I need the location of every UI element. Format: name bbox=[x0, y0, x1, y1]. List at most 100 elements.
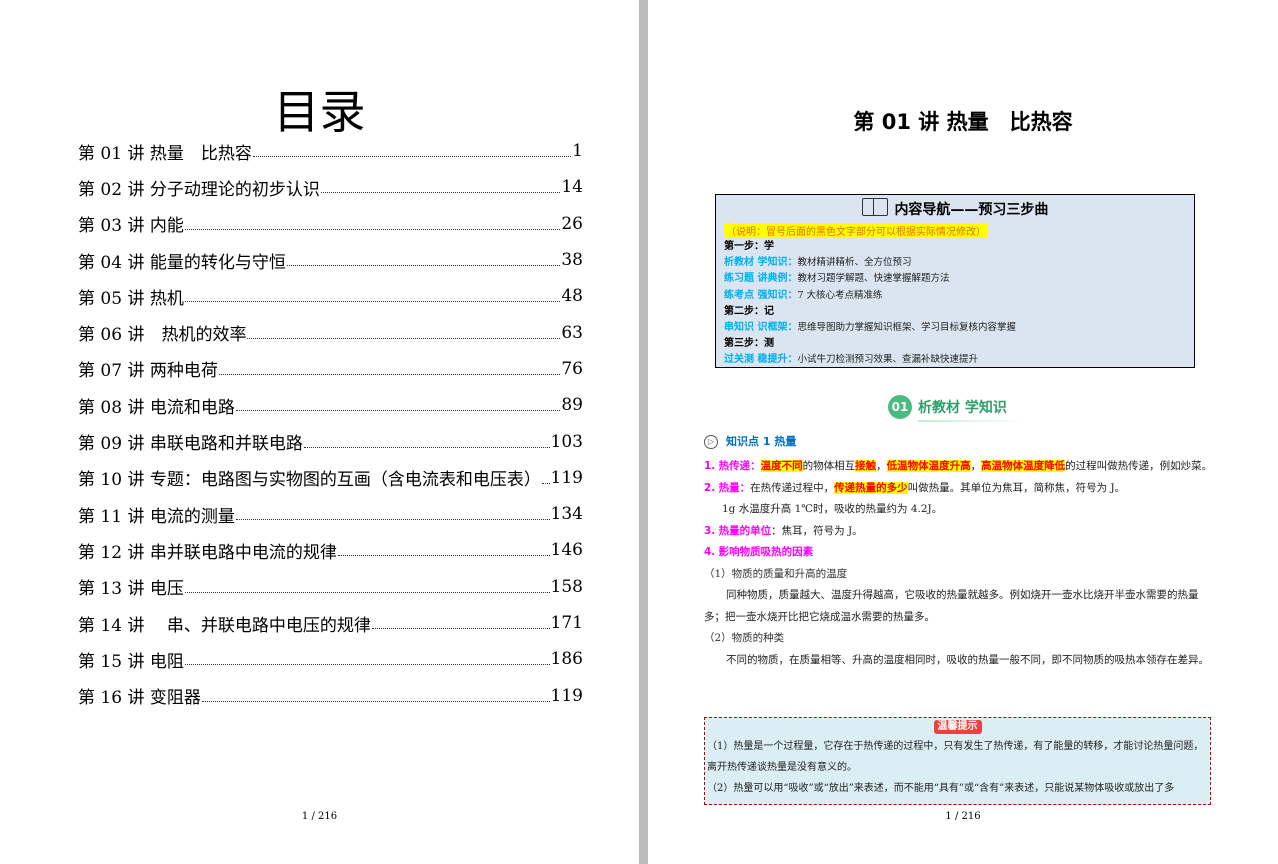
toc-entry-label: 第 01 讲 热量 比热容 bbox=[78, 143, 252, 164]
toc-leader-dots bbox=[320, 191, 561, 194]
toc-entry[interactable]: 第 10 讲 专题：电路图与实物图的互画（含电流表和电压表） 119 bbox=[78, 460, 583, 496]
toc-leader-dots bbox=[184, 663, 550, 666]
toc-entry[interactable]: 第 08 讲 电流和电路 89 bbox=[78, 387, 583, 423]
toc-entry[interactable]: 第 07 讲 两种电荷 76 bbox=[78, 351, 583, 387]
nav-item-key: 析教材 学知识： bbox=[724, 257, 798, 269]
nav-heading: 内容导航——预习三步曲 bbox=[724, 197, 1186, 223]
toc-entry[interactable]: 第 05 讲 热机 48 bbox=[78, 278, 583, 314]
toc-leader-dots bbox=[184, 228, 561, 230]
paragraph-example: 1g 水温度升高 1℃时，吸收的热量约为 4.2J。 bbox=[722, 503, 943, 515]
paragraph-text: 不同的物质，在质量相等、升高的温度相同时，吸收的热量一般不同，即不同物质的吸热本… bbox=[726, 653, 1209, 666]
nav-step-3: 第三步：测 bbox=[724, 338, 774, 350]
toc-leader-dots bbox=[286, 264, 561, 267]
toc-entry-page: 158 bbox=[550, 576, 583, 597]
toc-entry-label: 第 02 讲 分子动理论的初步认识 bbox=[78, 179, 320, 200]
toc-entry-label: 第 03 讲 内能 bbox=[78, 216, 184, 237]
toc-entry[interactable]: 第 11 讲 电流的测量 134 bbox=[78, 496, 583, 532]
nav-note: （说明：冒号后面的黑色文字部分可以根据实际情况修改） bbox=[724, 223, 988, 238]
toc-leader-dots bbox=[371, 627, 550, 629]
section-label: 析教材 学知识 bbox=[918, 400, 1007, 416]
nav-item-desc: 教材习题学解题、快速掌握解题方法 bbox=[797, 273, 950, 285]
toc-entry[interactable]: 第 06 讲 热机的效率 63 bbox=[78, 314, 583, 350]
toc-entry-label: 第 10 讲 专题：电路图与实物图的互画（含电流表和电压表） bbox=[78, 470, 541, 491]
lesson-body: ▷ 知识点 1 热量 1. 热传递：温度不同的物体相互接触，低温物体温度升高，高… bbox=[704, 428, 1214, 671]
nav-item-desc: 思维导图助力掌握知识框架、学习目标复核内容掌握 bbox=[797, 321, 1016, 333]
toc-leader-dots bbox=[235, 409, 561, 412]
toc-entry-page: 146 bbox=[550, 540, 583, 561]
toc-entry[interactable]: 第 14 讲 串、并联电路中电压的规律 171 bbox=[78, 605, 583, 641]
paragraph-unit: 3. 热量的单位：焦耳，符号为 J。 bbox=[704, 524, 863, 537]
toc-leader-dots bbox=[235, 518, 550, 521]
section-underline bbox=[918, 420, 1026, 422]
nav-item-key: 练习题 讲典例： bbox=[724, 273, 798, 285]
knowledge-point-title: ▷ 知识点 1 热量 bbox=[704, 428, 1214, 456]
toc-entry-page: 1 bbox=[572, 141, 583, 162]
toc-entry-label: 第 05 讲 热机 bbox=[78, 288, 184, 309]
toc-entry-label: 第 06 讲 热机的效率 bbox=[78, 325, 247, 346]
paragraph-sub-2: （2）物质的种类 bbox=[704, 632, 785, 644]
toc-entry-label: 第 14 讲 串、并联电路中电压的规律 bbox=[78, 615, 371, 636]
toc-entry-page: 14 bbox=[561, 177, 583, 198]
section-number-badge: 01 bbox=[888, 395, 912, 419]
toc-entry-page: 89 bbox=[561, 395, 583, 416]
toc-entry-page: 38 bbox=[561, 250, 583, 271]
toc-entry-label: 第 07 讲 两种电荷 bbox=[78, 361, 218, 382]
paragraph-sub-1: （1）物质的质量和升高的温度 bbox=[704, 567, 848, 580]
nav-item-desc: 小试牛刀检测预习效果、查漏补缺快速提升 bbox=[797, 354, 978, 366]
paragraph-heat-transfer: 1. 热传递：温度不同的物体相互接触，低温物体温度升高，高温物体温度降低的过程叫… bbox=[704, 460, 1213, 472]
paragraph-heat: 2. 热量：在热传递过程中，传递热量的多少叫做热量。其单位为焦耳，简称焦，符号为… bbox=[704, 481, 1126, 494]
toc-entry[interactable]: 第 03 讲 内能 26 bbox=[78, 206, 583, 242]
toc-leader-dots bbox=[252, 155, 572, 158]
nav-item-desc: 教材精讲精析、全方位预习 bbox=[797, 257, 912, 269]
toc-entry-page: 26 bbox=[561, 213, 583, 234]
page-number: 1 / 216 bbox=[301, 811, 338, 822]
lesson-title: 第 01 讲 热量 比热容 bbox=[853, 110, 1073, 134]
toc-leader-dots bbox=[303, 446, 550, 448]
content-navigation-box: 内容导航——预习三步曲 （说明：冒号后面的黑色文字部分可以根据实际情况修改） 第… bbox=[715, 194, 1195, 368]
toc-entry-page: 48 bbox=[561, 286, 583, 307]
toc-entry-page: 76 bbox=[561, 358, 583, 379]
toc-leader-dots bbox=[337, 554, 550, 557]
toc-entry-page: 134 bbox=[550, 504, 583, 525]
toc-leader-dots bbox=[184, 591, 550, 593]
page-number: 1 / 216 bbox=[945, 811, 981, 822]
toc-entry-label: 第 13 讲 电压 bbox=[78, 579, 184, 600]
toc-entry-label: 第 15 讲 电阻 bbox=[78, 651, 184, 672]
play-circle-icon: ▷ bbox=[704, 435, 718, 449]
tips-line: （1）热量是一个过程量，它存在于热传递的过程中，只有发生了热传递，有了能量的转移… bbox=[707, 741, 1204, 773]
tips-tag: 温馨提示 bbox=[933, 720, 982, 734]
toc-entry-page: 119 bbox=[550, 685, 583, 706]
book-icon bbox=[861, 198, 888, 216]
toc-entry-label: 第 09 讲 串联电路和并联电路 bbox=[78, 434, 303, 455]
paragraph-text: 同种物质，质量越大、温度升得越高，它吸收的热量就越多。例如烧开一壶水比烧开半壶水… bbox=[704, 589, 1199, 623]
toc-leader-dots bbox=[218, 373, 561, 375]
toc-entry[interactable]: 第 02 讲 分子动理论的初步认识 14 bbox=[78, 169, 583, 205]
section-heading: 01 析教材 学知识 bbox=[888, 394, 1007, 420]
toc-entry-page: 186 bbox=[550, 649, 583, 670]
nav-step-1: 第一步：学 bbox=[724, 241, 774, 252]
nav-step-2: 第二步：记 bbox=[724, 305, 774, 317]
toc-entry[interactable]: 第 13 讲 电压 158 bbox=[78, 569, 583, 605]
toc-entry[interactable]: 第 04 讲 能量的转化与守恒 38 bbox=[78, 242, 583, 278]
nav-item-key: 串知识 识框架： bbox=[724, 321, 798, 333]
toc-entry[interactable]: 第 01 讲 热量 比热容 1 bbox=[78, 133, 583, 169]
toc-entry-label: 第 08 讲 电流和电路 bbox=[78, 397, 235, 418]
toc-entry-label: 第 16 讲 变阻器 bbox=[78, 688, 201, 709]
toc-entry[interactable]: 第 12 讲 串并联电路中电流的规律 146 bbox=[78, 532, 583, 568]
tips-box: 温馨提示 （1）热量是一个过程量，它存在于热传递的过程中，只有发生了热传递，有了… bbox=[704, 717, 1211, 805]
toc-leader-dots bbox=[184, 300, 561, 303]
toc-entry-page: 119 bbox=[550, 467, 583, 488]
toc-leader-dots bbox=[201, 700, 550, 702]
toc-entry-page: 63 bbox=[561, 322, 583, 343]
toc-entry-label: 第 04 讲 能量的转化与守恒 bbox=[78, 252, 286, 273]
toc-leader-dots bbox=[541, 482, 550, 484]
lesson-page: 第 01 讲 热量 比热容 内容导航——预习三步曲 （说明：冒号后面的黑色文字部… bbox=[648, 0, 1278, 864]
toc-page: 目录 第 01 讲 热量 比热容 1 第 02 讲 分子动理论的初步认识 14 第 03… bbox=[0, 0, 639, 864]
toc-entry[interactable]: 第 15 讲 电阻 186 bbox=[78, 641, 583, 677]
toc-entry-page: 103 bbox=[550, 431, 583, 452]
toc-entry[interactable]: 第 09 讲 串联电路和并联电路 103 bbox=[78, 423, 583, 459]
paragraph-factors-title: 4. 影响物质吸热的因素 bbox=[704, 546, 814, 558]
toc-entry-label: 第 11 讲 电流的测量 bbox=[78, 506, 235, 527]
toc-entry[interactable]: 第 16 讲 变阻器 119 bbox=[78, 677, 583, 713]
toc-list: 第 01 讲 热量 比热容 1 第 02 讲 分子动理论的初步认识 14 第 03 讲 … bbox=[78, 133, 583, 714]
